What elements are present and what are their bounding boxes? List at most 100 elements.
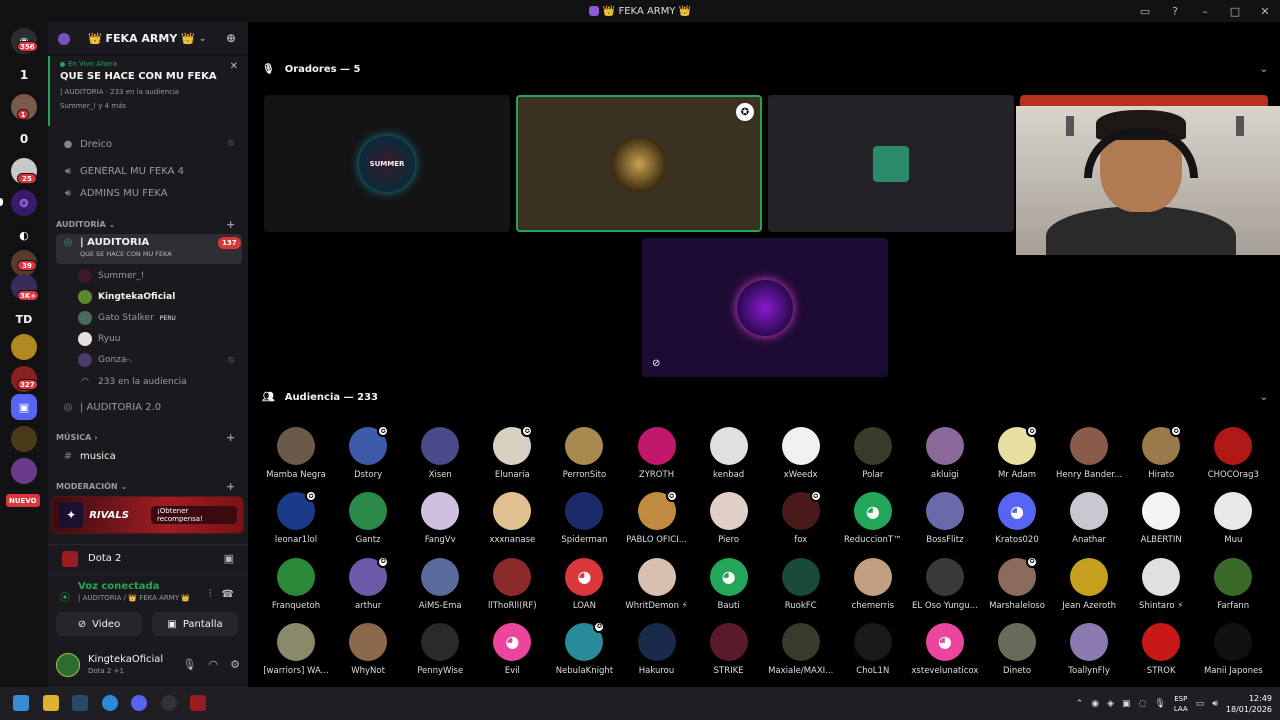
soundboard-icon[interactable]: ⫶ <box>209 589 212 600</box>
audience-member[interactable]: Manii Japones <box>1197 622 1269 685</box>
channel-admins[interactable]: 🔊︎ ADMINS MU FEKA <box>56 183 242 203</box>
audience-member[interactable]: BossFlitz <box>909 492 981 554</box>
tray-app-icon[interactable]: ◉ <box>1091 699 1099 709</box>
speaker-tile[interactable] <box>768 95 1014 232</box>
audience-member[interactable]: Gantz <box>332 492 404 554</box>
audience-member[interactable]: ◕ Kratos020 <box>981 492 1053 554</box>
audience-member[interactable]: ◕ Bauti <box>693 557 765 620</box>
member-item[interactable]: Gonza-. <box>78 351 133 369</box>
audience-member[interactable]: Anathar <box>1053 492 1125 554</box>
audience-member[interactable]: Farfann <box>1197 557 1269 620</box>
audience-member[interactable]: ✪ arthur <box>332 555 404 620</box>
audience-member[interactable]: ALBERTIN <box>1125 492 1197 554</box>
audience-member[interactable]: ◕ xstevelunaticox <box>909 622 981 685</box>
audience-member[interactable]: Jean Azeroth <box>1053 557 1125 620</box>
channel-member-dreico[interactable]: ● Dreico <box>56 134 242 154</box>
close-icon[interactable]: ✕ <box>230 61 238 72</box>
server-icon[interactable] <box>11 334 37 360</box>
file-explorer-icon[interactable] <box>43 695 59 711</box>
video-button[interactable]: ⊘ Video <box>56 612 142 636</box>
folder-icon[interactable]: ▣ <box>11 394 37 420</box>
audience-member[interactable]: ✪ PABLO OFICI... <box>621 490 693 554</box>
audience-member[interactable]: ✪ fox <box>765 490 837 554</box>
server-header[interactable]: 👑 FEKA ARMY 👑 ⌄ ⊕ <box>48 22 248 56</box>
audience-member[interactable]: ZYROTH <box>621 427 693 489</box>
audience-member[interactable]: STROK <box>1125 622 1197 685</box>
audience-member[interactable]: ✪ Mr Adam <box>981 425 1053 489</box>
webcam-feed[interactable] <box>1016 106 1280 255</box>
audience-count-item[interactable]: ◠ 233 en la audiencia <box>78 373 187 391</box>
chevron-up-icon[interactable]: ⌃ <box>1076 699 1084 709</box>
audience-member[interactable]: STRIKE <box>693 622 765 685</box>
edge-icon[interactable] <box>102 695 118 711</box>
channel-auditoria-2[interactable]: ◎ | AUDITORIA 2.0 <box>56 397 242 417</box>
audience-member[interactable]: Muu <box>1197 492 1269 554</box>
audience-member[interactable]: chemerris <box>837 557 909 620</box>
claim-reward-button[interactable]: ¡Obtener recompensa! <box>150 506 237 524</box>
close-button[interactable]: ✕ <box>1250 0 1280 22</box>
add-channel-icon[interactable]: + <box>226 218 235 231</box>
audience-member[interactable]: Franquetoh <box>260 557 332 620</box>
server-icon[interactable]: ◐ <box>11 222 37 248</box>
disconnect-icon[interactable]: ☎ <box>222 589 234 600</box>
share-screen-icon[interactable]: ▣ <box>224 552 234 565</box>
channel-general[interactable]: 🔊︎ GENERAL MU FEKA 4 <box>56 161 242 181</box>
audience-member[interactable]: ✪ NebulaKnight <box>548 620 620 685</box>
minimize-button[interactable]: – <box>1190 0 1220 22</box>
audience-member[interactable]: ChoL1N <box>837 622 909 685</box>
add-channel-icon[interactable]: + <box>226 480 235 493</box>
tray-app-icon[interactable]: ▣ <box>1122 699 1131 709</box>
member-item[interactable]: KingtekaOficial <box>78 288 175 306</box>
server-icon[interactable] <box>11 426 37 452</box>
audience-member[interactable]: Polar <box>837 427 909 489</box>
volume-icon[interactable]: 🔊︎ <box>1212 699 1218 709</box>
game-activity[interactable]: Dota 2 ▣ <box>48 544 248 572</box>
network-icon[interactable]: ▭ <box>1196 699 1205 709</box>
category-musica[interactable]: MÚSICA › + <box>56 431 235 444</box>
audience-member[interactable]: PerronSito <box>548 427 620 489</box>
audience-member[interactable]: llThoRll(RF) <box>476 557 548 620</box>
steam-icon[interactable] <box>72 695 88 711</box>
category-moderacion[interactable]: MODERACIÓN ⌄ + <box>56 480 235 493</box>
tray-app-icon[interactable]: ◌ <box>1139 699 1147 709</box>
server-folder-td[interactable]: TD <box>11 306 37 332</box>
live-stage-banner[interactable]: En Vivo Ahora QUE SE HACE CON MU FEKA | … <box>48 56 248 126</box>
promo-banner[interactable]: ✦ RIVALS ¡Obtener recompensa! <box>52 496 244 534</box>
chevron-down-icon[interactable]: ⌄ <box>1260 392 1268 403</box>
tray-app-icon[interactable]: ◈ <box>1107 699 1114 709</box>
dota-icon[interactable] <box>190 695 206 711</box>
audience-member[interactable]: Henry Bander... <box>1053 427 1125 489</box>
audience-member[interactable]: AiMS-Ema <box>404 557 476 620</box>
audience-member[interactable]: akluigi <box>909 427 981 489</box>
audience-member[interactable]: PennyWise <box>404 622 476 685</box>
invite-icon[interactable]: ⊕ <box>226 31 236 45</box>
start-icon[interactable] <box>13 695 29 711</box>
audience-member[interactable]: ✪ Hirato <box>1125 425 1197 489</box>
speaker-tile-active[interactable]: ✪ <box>516 95 762 232</box>
member-item[interactable]: Summer_! <box>78 267 144 285</box>
category-auditoria[interactable]: AUDITORÍA ⌄ + <box>56 218 235 231</box>
avatar[interactable] <box>56 652 80 677</box>
audience-member[interactable]: ◕ ReduccionT™ <box>837 492 909 554</box>
audience-member[interactable]: ◕ LOAN <box>548 557 620 620</box>
member-item[interactable]: Gato Stalker PERU <box>78 309 176 327</box>
gear-icon[interactable]: ⚙ <box>230 658 240 671</box>
audience-member[interactable]: ✪ leonar1lol <box>260 490 332 554</box>
speaker-tile[interactable]: ⊘ <box>642 238 888 377</box>
audience-member[interactable]: Shintaro ⚡ <box>1125 557 1197 620</box>
headphones-icon[interactable]: ◠ <box>209 658 219 671</box>
server-icon[interactable]: ❂ <box>11 190 37 216</box>
audience-member[interactable]: Dineto <box>981 622 1053 685</box>
audience-member[interactable]: xWeedx <box>765 427 837 489</box>
audience-member[interactable]: Mamba Negra <box>260 427 332 489</box>
audience-member[interactable]: ✪ Marshaleloso <box>981 555 1053 620</box>
app-icon[interactable] <box>161 695 177 711</box>
audience-member[interactable]: EL Oso Yungu... <box>909 557 981 620</box>
screen-share-button[interactable]: ▣ Pantalla <box>152 612 238 636</box>
audience-member[interactable]: Piero <box>693 492 765 554</box>
username[interactable]: KingtekaOficial <box>88 654 163 665</box>
clock[interactable]: 12:49 18/01/2026 <box>1226 693 1272 715</box>
audience-member[interactable]: WhyNot <box>332 622 404 685</box>
member-item[interactable]: Ryuu <box>78 330 121 348</box>
channel-musica[interactable]: # musica <box>56 446 242 466</box>
